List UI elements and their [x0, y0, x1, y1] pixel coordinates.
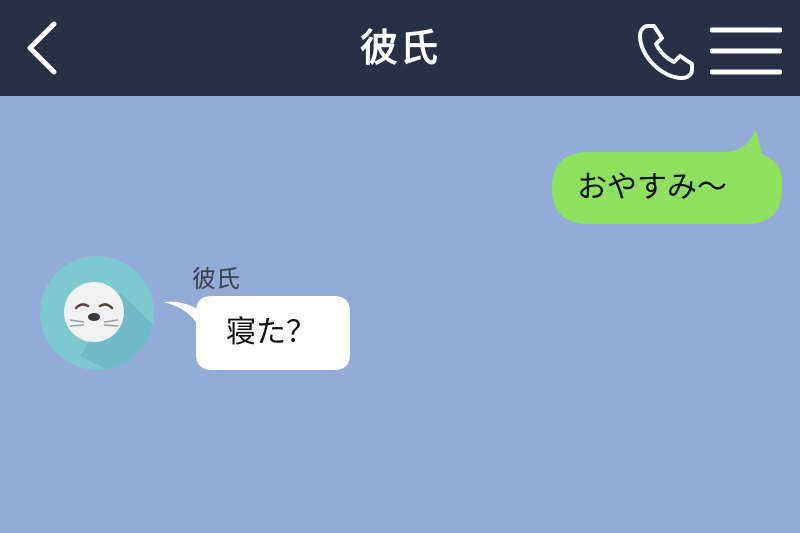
- outgoing-message-text: おやすみ〜: [577, 170, 727, 205]
- outgoing-message[interactable]: おやすみ〜: [552, 130, 782, 224]
- back-button[interactable]: [20, 18, 64, 78]
- avatar[interactable]: [40, 256, 154, 370]
- incoming-message-text: 寝た？: [226, 315, 316, 350]
- call-button[interactable]: [634, 20, 698, 84]
- chat-area[interactable]: おやすみ〜 彼氏 寝た？: [0, 96, 800, 533]
- menu-icon: [710, 27, 782, 75]
- incoming-message[interactable]: 寝た？: [160, 296, 350, 370]
- chevron-left-icon: [27, 21, 57, 75]
- menu-button[interactable]: [710, 26, 782, 76]
- seal-avatar-icon: [40, 256, 154, 370]
- chat-header: 彼氏: [0, 0, 800, 96]
- sender-name: 彼氏: [192, 265, 240, 293]
- phone-icon: [638, 24, 694, 80]
